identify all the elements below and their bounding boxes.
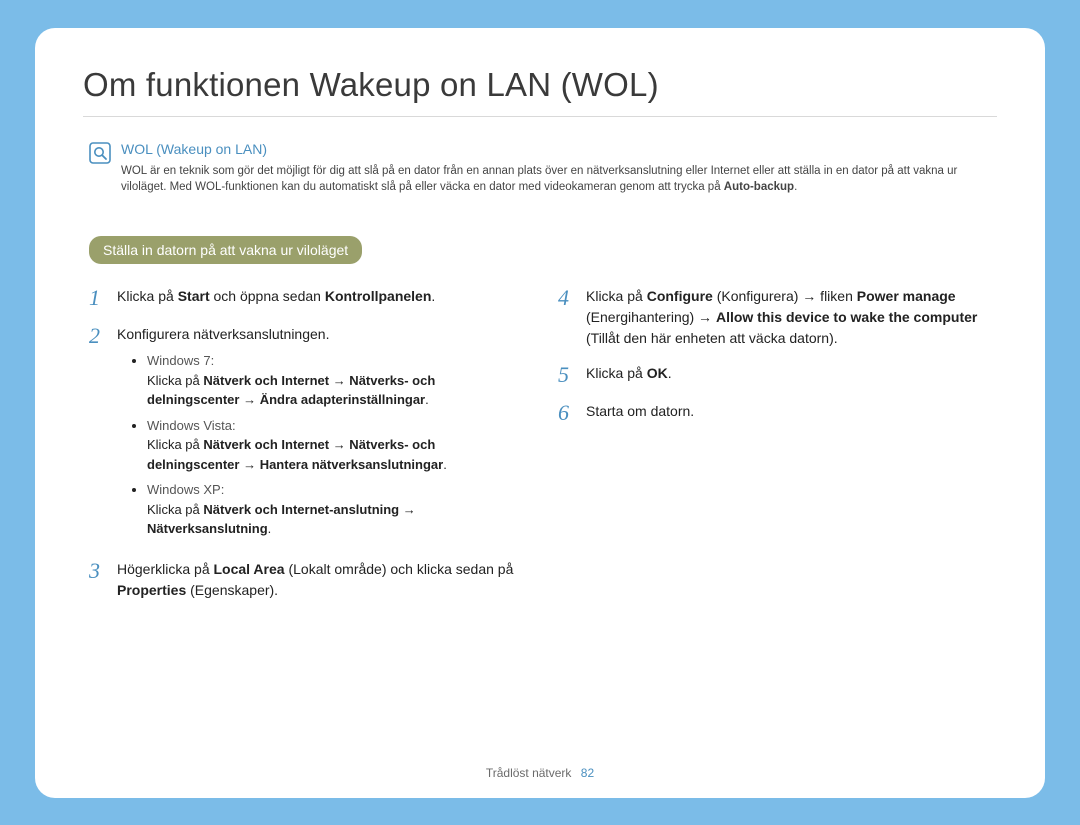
step-number: 2 [89,324,107,545]
step-4: 4 Klicka på Configure (Konfigurera) → fl… [558,286,991,349]
step-number: 4 [558,286,576,349]
page-footer: Trådlöst nätverk 82 [35,766,1045,780]
divider [83,116,997,117]
footer-label: Trådlöst nätverk [486,766,572,780]
step-body: Klicka på Start och öppna sedan Kontroll… [117,286,522,310]
step-number: 3 [89,559,107,601]
sublist-text: Klicka på [147,373,203,388]
list-item: Windows XP: Klicka på Nätverk och Intern… [147,480,522,539]
sublist-text: . [268,521,272,536]
sublist-text: Klicka på [147,502,203,517]
column-left: 1 Klicka på Start och öppna sedan Kontro… [89,286,522,615]
sublist-desc: Klicka på Nätverk och Internet → Nätverk… [147,373,435,408]
section-label: Ställa in datorn på att vakna ur viloläg… [89,236,362,264]
info-callout: WOL (Wakeup on LAN) WOL är en teknik som… [83,141,997,196]
step-columns: 1 Klicka på Start och öppna sedan Kontro… [83,286,997,615]
step-text: (Tillåt den här enheten att väcka datorn… [586,330,838,346]
step-3: 3 Högerklicka på Local Area (Lokalt områ… [89,559,522,601]
sublist-text: Klicka på [147,437,203,452]
step-bold: Properties [117,582,186,598]
sublist-os: Windows Vista: [147,418,236,433]
step-number: 6 [558,401,576,425]
callout-text: WOL är en teknik som gör det möjligt för… [121,163,997,196]
list-item: Windows Vista: Klicka på Nätverk och Int… [147,416,522,475]
step-text: Klicka på [117,288,178,304]
list-item: Windows 7: Klicka på Nätverk och Interne… [147,351,522,410]
step-bold: Configure [647,288,713,304]
step-text: Klicka på [586,365,647,381]
step-body: Klicka på OK. [586,363,991,387]
step-body: Starta om datorn. [586,401,991,425]
step-text: . [668,365,672,381]
step-bold: Start [178,288,210,304]
sublist-text: . [425,392,429,407]
page-title: Om funktionen Wakeup on LAN (WOL) [83,66,997,104]
document-page: Om funktionen Wakeup on LAN (WOL) WOL (W… [35,28,1045,798]
step-number: 1 [89,286,107,310]
step-body: Högerklicka på Local Area (Lokalt område… [117,559,522,601]
step-text: Klicka på [586,288,647,304]
step-text: (Egenskaper). [186,582,278,598]
callout-title: WOL (Wakeup on LAN) [121,141,997,157]
step-bold: Kontrollpanelen [325,288,432,304]
step-bold: Power manage [857,288,956,304]
step-6: 6 Starta om datorn. [558,401,991,425]
sublist-desc: Klicka på Nätverk och Internet-anslutnin… [147,502,416,537]
callout-text-pre: WOL är en teknik som gör det möjligt för… [121,165,957,194]
step-text: Högerklicka på [117,561,214,577]
sublist: Windows 7: Klicka på Nätverk och Interne… [117,351,522,539]
step-text: och öppna sedan [210,288,325,304]
callout-text-post: . [794,181,797,193]
step-2: 2 Konfigurera nätverksanslutningen. Wind… [89,324,522,545]
step-text: (Konfigurera) → fliken [713,288,857,304]
step-text: (Energihantering) → [586,309,716,325]
footer-page-number: 82 [581,766,594,780]
column-right: 4 Klicka på Configure (Konfigurera) → fl… [558,286,991,615]
sublist-os: Windows 7: [147,353,214,368]
step-body: Klicka på Configure (Konfigurera) → flik… [586,286,991,349]
step-body: Konfigurera nätverksanslutningen. Window… [117,324,522,545]
step-number: 5 [558,363,576,387]
step-bold: Local Area [214,561,285,577]
step-text: . [431,288,435,304]
sublist-desc: Klicka på Nätverk och Internet → Nätverk… [147,437,447,472]
callout-body: WOL (Wakeup on LAN) WOL är en teknik som… [121,141,997,196]
step-text: Konfigurera nätverksanslutningen. [117,326,329,342]
step-bold: OK [647,365,668,381]
callout-text-bold: Auto-backup [724,181,794,193]
magnifier-icon [89,142,111,164]
sublist-os: Windows XP: [147,482,224,497]
step-5: 5 Klicka på OK. [558,363,991,387]
step-text: (Lokalt område) och klicka sedan på [285,561,514,577]
step-1: 1 Klicka på Start och öppna sedan Kontro… [89,286,522,310]
step-bold: Allow this device to wake the computer [716,309,977,325]
sublist-text: . [443,457,447,472]
